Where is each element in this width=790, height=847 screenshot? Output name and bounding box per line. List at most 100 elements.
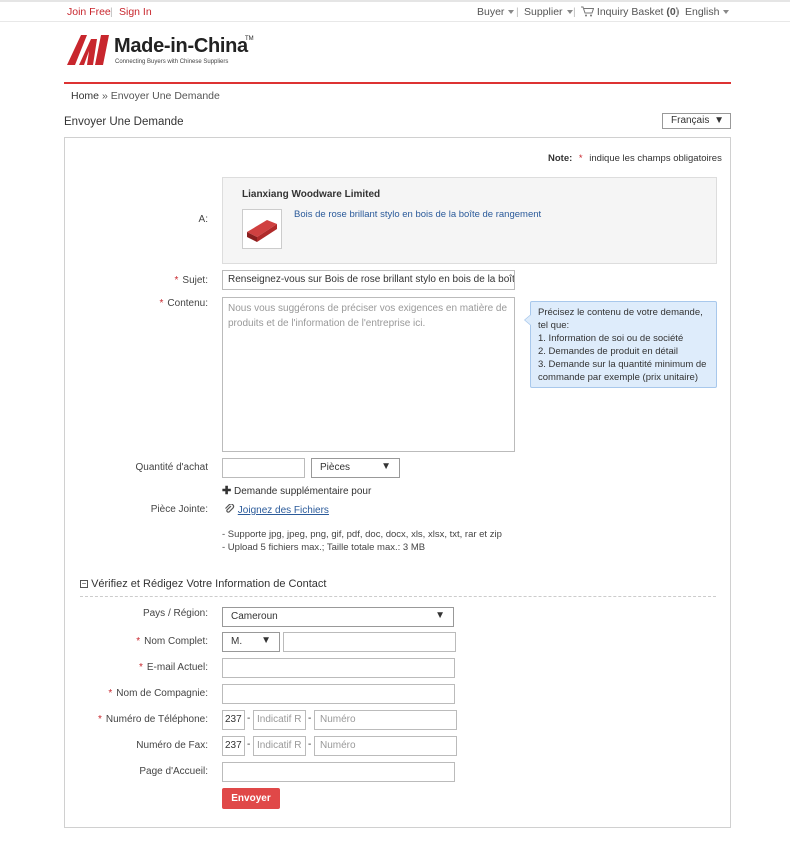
breadcrumb-home[interactable]: Home xyxy=(71,90,99,102)
fax-label: Numéro de Fax: xyxy=(136,740,208,751)
header-divider xyxy=(64,82,731,84)
fax-dash: - xyxy=(247,739,251,750)
supplier-label: Supplier xyxy=(524,6,563,18)
tip-line: 1. Information de soi ou de société xyxy=(538,333,684,344)
content-placeholder: Nous vous suggérons de préciser vos exig… xyxy=(228,303,508,329)
section-divider xyxy=(80,596,716,597)
company-input[interactable] xyxy=(222,684,455,704)
subject-label-text: Sujet: xyxy=(182,275,208,286)
fullname-input[interactable] xyxy=(283,632,456,652)
contact-section-title: Vérifiez et Rédigez Votre Information de… xyxy=(91,578,327,590)
number-placeholder: Numéro xyxy=(320,714,356,725)
required-star: * xyxy=(136,636,141,647)
tip-line: 3. Demande sur la quantité minimum de co… xyxy=(538,359,707,383)
title-select[interactable]: M. ▼ xyxy=(222,632,280,652)
chevron-down-icon xyxy=(723,10,730,15)
required-star: * xyxy=(578,153,583,164)
send-button[interactable]: Envoyer xyxy=(222,788,280,809)
phone-number-input[interactable]: Numéro xyxy=(314,710,457,730)
company-label-text: Nom de Compagnie: xyxy=(116,688,208,699)
collapse-icon: − xyxy=(80,579,88,588)
tip-line: 2. Demandes de produit en détail xyxy=(538,346,678,357)
required-star: * xyxy=(97,714,102,725)
required-note: Note: * indique les champs obligatoires xyxy=(548,153,722,164)
phone-dash: - xyxy=(308,713,312,724)
area-placeholder: Indicatif R xyxy=(257,740,302,751)
language-select[interactable]: Français ▼ xyxy=(662,113,731,129)
email-label-text: E-mail Actuel: xyxy=(146,662,208,673)
phone-label: * Numéro de Téléphone: xyxy=(90,714,208,725)
homepage-label: Page d'Accueil: xyxy=(139,766,208,777)
subject-label: * Sujet: xyxy=(140,275,208,286)
note-text: indique les champs obligatoires xyxy=(589,153,722,164)
country-select-value: Cameroun xyxy=(231,611,278,622)
chevron-down-icon xyxy=(508,10,515,15)
tooltip-pointer-inner xyxy=(525,315,531,325)
breadcrumb-separator: » xyxy=(101,90,108,102)
divider: | xyxy=(573,6,576,18)
title-select-value: M. xyxy=(231,636,243,647)
email-label: * E-mail Actuel: xyxy=(100,662,208,673)
breadcrumb-current: Envoyer Une Demande xyxy=(110,90,220,102)
content-textarea[interactable]: Nous vous suggérons de préciser vos exig… xyxy=(222,297,515,452)
extra-request-label: Demande supplémentaire pour xyxy=(234,486,372,497)
company-label: * Nom de Compagnie: xyxy=(90,688,208,699)
fullname-label-text: Nom Complet: xyxy=(144,636,208,647)
site-logo[interactable]: Made-in-China TM Connecting Buyers with … xyxy=(67,32,267,68)
join-free-link[interactable]: Join Free xyxy=(67,6,111,18)
top-bar: Join Free | Sign In Buyer | Supplier | I… xyxy=(0,2,790,22)
content-label: * Contenu: xyxy=(140,298,209,309)
supplier-name: Lianxiang Woodware Limited xyxy=(242,189,381,200)
inquiry-basket-label: Inquiry Basket xyxy=(596,6,664,18)
fax-number-input[interactable]: Numéro xyxy=(314,736,457,756)
subject-input[interactable]: Renseignez-vous sur Bois de rose brillan… xyxy=(222,270,515,290)
email-field[interactable] xyxy=(222,658,455,678)
product-link[interactable]: Bois de rose brillant stylo en bois de l… xyxy=(294,209,541,220)
dropdown-arrow-icon: ▼ xyxy=(261,635,271,646)
homepage-input[interactable] xyxy=(222,762,455,782)
attach-note: - Upload 5 fichiers max.; Taille totale … xyxy=(222,542,426,553)
required-star: * xyxy=(138,662,143,673)
divider: | xyxy=(110,6,113,18)
country-select[interactable]: Cameroun ▼ xyxy=(222,607,454,627)
language-menu[interactable]: English xyxy=(685,6,730,18)
note-label: Note: xyxy=(548,153,573,164)
content-tooltip: Précisez le contenu de votre demande, te… xyxy=(524,301,717,388)
required-star: * xyxy=(159,298,164,309)
sign-in-link[interactable]: Sign In xyxy=(119,6,152,18)
divider: | xyxy=(516,6,519,18)
buyer-menu[interactable]: Buyer xyxy=(477,6,515,18)
quantity-input[interactable] xyxy=(222,458,305,478)
unit-select[interactable]: Pièces ▼ xyxy=(311,458,400,478)
fax-dash: - xyxy=(308,739,312,750)
logo-tagline: Connecting Buyers with Chinese Suppliers xyxy=(115,59,229,65)
logo-mark-icon xyxy=(67,35,109,65)
phone-area-input[interactable]: Indicatif R xyxy=(253,710,306,730)
plus-icon: ✚ xyxy=(222,485,232,497)
content-label-text: Contenu: xyxy=(167,298,208,309)
dropdown-arrow-icon: ▼ xyxy=(381,461,391,472)
attach-link[interactable]: Joignez des Fichiers xyxy=(238,505,329,516)
quantity-label: Quantité d'achat xyxy=(135,462,208,473)
supplier-menu[interactable]: Supplier xyxy=(524,6,573,18)
contact-section-header[interactable]: − Vérifiez et Rédigez Votre Information … xyxy=(80,578,326,590)
language-label: English xyxy=(685,6,720,18)
attach-note: - Supporte jpg, jpeg, png, gif, pdf, doc… xyxy=(222,529,502,540)
product-thumbnail[interactable] xyxy=(242,209,282,249)
extra-request-toggle[interactable]: ✚ Demande supplémentaire pour xyxy=(222,484,371,497)
fullname-label: * Nom Complet: xyxy=(100,636,208,647)
product-image-icon xyxy=(247,220,277,242)
attach-files[interactable]: Joignez des Fichiers xyxy=(224,503,329,516)
dropdown-arrow-icon: ▼ xyxy=(435,610,445,621)
attachment-label: Pièce Jointe: xyxy=(150,504,208,515)
fax-country-code[interactable]: 237 xyxy=(222,736,245,756)
language-select-value: Français xyxy=(671,115,710,126)
divider: | xyxy=(676,6,679,18)
phone-country-code[interactable]: 237 xyxy=(222,710,245,730)
dropdown-arrow-icon: ▼ xyxy=(714,115,724,126)
fax-area-input[interactable]: Indicatif R xyxy=(253,736,306,756)
buyer-label: Buyer xyxy=(477,6,505,18)
paperclip-icon xyxy=(225,503,235,513)
inquiry-basket-link[interactable]: Inquiry Basket (0) xyxy=(581,6,679,18)
tip-line: Précisez le contenu de votre demande, te… xyxy=(538,307,703,331)
